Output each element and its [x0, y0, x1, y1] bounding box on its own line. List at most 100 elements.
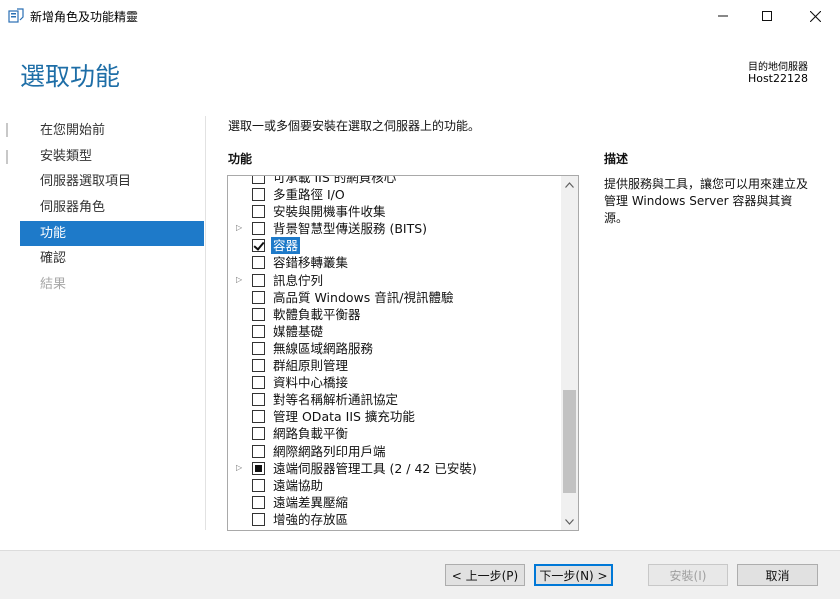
feature-list-item[interactable]: 遠端差異壓縮: [228, 494, 560, 511]
feature-label: 網際網路列印用戶端: [273, 443, 386, 459]
feature-checkbox[interactable]: [252, 324, 265, 338]
feature-checkbox[interactable]: [252, 239, 265, 253]
feature-checkbox[interactable]: [252, 376, 265, 390]
cancel-button[interactable]: 取消: [737, 564, 818, 586]
feature-list-item[interactable]: 資料中心橋接: [228, 374, 560, 391]
install-button[interactable]: 安裝(I): [648, 564, 728, 586]
feature-list-item[interactable]: 對等名稱解析通訊協定: [228, 391, 560, 408]
feature-label: 安裝與開機事件收集: [273, 204, 386, 220]
feature-label: 群組原則管理: [273, 358, 349, 374]
feature-label: 遠端伺服器管理工具 (2 / 42 已安裝): [273, 460, 477, 476]
feature-list-item[interactable]: 遠端協助: [228, 477, 560, 494]
feature-label: 網路負載平衡: [273, 426, 349, 442]
feature-label: 背景智慧型傳送服務 (BITS): [273, 221, 428, 237]
nav-marker: [6, 150, 8, 164]
wizard-header: 選取功能 目的地伺服器 Host22128: [0, 32, 840, 110]
description-heading: 描述: [604, 152, 629, 166]
feature-checkbox[interactable]: [252, 205, 265, 219]
features-heading: 功能: [228, 152, 253, 166]
wizard-steps-nav: 在您開始前 安裝類型 伺服器選取項目 伺服器角色 功能 確認結果: [20, 118, 204, 298]
feature-label: 可承載 IIS 的網頁核心: [273, 175, 397, 185]
close-icon: [809, 10, 821, 22]
nav-step-item[interactable]: 確認: [20, 246, 204, 272]
page-title: 選取功能: [20, 62, 121, 91]
feature-list-item[interactable]: ▷ 遠端伺服器管理工具 (2 / 42 已安裝): [228, 460, 560, 477]
feature-list-item[interactable]: 媒體基礎: [228, 323, 560, 340]
chevron-up-icon: [565, 181, 574, 188]
feature-checkbox[interactable]: [252, 290, 265, 304]
minimize-button[interactable]: [700, 0, 746, 32]
feature-checkbox[interactable]: [252, 273, 265, 287]
feature-label: 資料中心橋接: [273, 375, 349, 391]
feature-list-item[interactable]: ▷ 背景智慧型傳送服務 (BITS): [228, 220, 560, 237]
expand-arrow-icon[interactable]: ▷: [236, 275, 244, 285]
feature-label: 對等名稱解析通訊協定: [273, 392, 399, 408]
feature-checkbox[interactable]: [252, 478, 265, 492]
nav-divider: [205, 116, 206, 530]
feature-checkbox[interactable]: [252, 341, 265, 355]
feature-checkbox[interactable]: [252, 495, 265, 509]
maximize-icon: [762, 11, 772, 21]
feature-checkbox[interactable]: [252, 393, 265, 407]
feature-checkbox[interactable]: [252, 222, 265, 236]
feature-label: 多重路徑 I/O: [273, 187, 345, 203]
feature-list-item[interactable]: 群組原則管理: [228, 357, 560, 374]
description-text: 提供服務與工具，讓您可以用來建立及管理 Windows Server 容器與其資…: [604, 177, 809, 225]
feature-checkbox[interactable]: [252, 256, 265, 270]
chevron-down-icon: [565, 518, 574, 525]
feature-list-item[interactable]: 可承載 IIS 的網頁核心: [228, 175, 560, 186]
feature-checkbox[interactable]: [252, 188, 265, 202]
server-manager-icon: [8, 8, 24, 24]
feature-list-item[interactable]: 高品質 Windows 音訊/視訊體驗: [228, 289, 560, 306]
next-button[interactable]: 下一步(N) >: [534, 564, 613, 586]
feature-checkbox[interactable]: [252, 461, 265, 475]
feature-label: 增強的存放區: [273, 511, 349, 527]
wizard-footer: < 上一步(P) 下一步(N) > 安裝(I) 取消: [0, 551, 840, 599]
previous-button[interactable]: < 上一步(P): [445, 564, 525, 586]
nav-step-item[interactable]: 功能: [20, 220, 204, 247]
features-scrollbar[interactable]: [561, 176, 578, 530]
title-bar: 新增角色及功能精靈: [0, 0, 840, 32]
nav-step-item: 結果: [40, 277, 67, 293]
feature-checkbox[interactable]: [252, 307, 265, 321]
scroll-down-button[interactable]: [561, 513, 578, 530]
feature-checkbox[interactable]: [252, 427, 265, 441]
feature-list-item[interactable]: 容器: [228, 237, 560, 255]
nav-step-item[interactable]: 伺服器選取項目: [20, 169, 204, 195]
feature-label: 高品質 Windows 音訊/視訊體驗: [273, 289, 454, 305]
feature-checkbox[interactable]: [252, 410, 265, 424]
feature-label: 遠端差異壓縮: [273, 494, 349, 510]
feature-list-item[interactable]: ▷ 訊息佇列: [228, 272, 560, 289]
nav-step-item[interactable]: 在您開始前: [20, 118, 204, 144]
feature-list-item[interactable]: 無線區域網路服務: [228, 340, 560, 357]
scroll-up-button[interactable]: [561, 176, 578, 193]
feature-list-item[interactable]: 安裝與開機事件收集: [228, 203, 560, 220]
feature-list-item[interactable]: 容錯移轉叢集: [228, 254, 560, 271]
features-list-items: 可承載 IIS 的網頁核心多重路徑 I/O 安裝與開機事件收集 ▷ 背景智慧型傳送服務…: [228, 175, 560, 528]
feature-list-item[interactable]: 網際網路列印用戶端: [228, 443, 560, 460]
expand-arrow-icon[interactable]: ▷: [236, 223, 244, 233]
feature-checkbox[interactable]: [252, 359, 265, 373]
minimize-icon: [718, 15, 728, 17]
expand-arrow-icon[interactable]: ▷: [236, 463, 244, 473]
maximize-button[interactable]: [744, 0, 790, 32]
feature-label: 無線區域網路服務: [273, 340, 374, 356]
feature-label: 遠端協助: [273, 477, 324, 493]
nav-step-item[interactable]: 伺服器角色: [20, 195, 204, 221]
feature-checkbox[interactable]: [252, 512, 265, 526]
feature-list-item[interactable]: 多重路徑 I/O: [228, 186, 560, 203]
feature-list-item[interactable]: 管理 OData IIS 擴充功能: [228, 408, 560, 425]
feature-list-item[interactable]: 網路負載平衡: [228, 425, 560, 442]
close-button[interactable]: [792, 0, 838, 32]
scrollbar-thumb[interactable]: [563, 390, 576, 493]
feature-label: 管理 OData IIS 擴充功能: [273, 409, 415, 425]
feature-label: 容錯移轉叢集: [273, 255, 349, 271]
destination-server-label: 目的地伺服器: [748, 62, 808, 73]
feature-checkbox[interactable]: [252, 444, 265, 458]
feature-label: 訊息佇列: [273, 272, 324, 288]
nav-step-item[interactable]: 安裝類型: [20, 144, 204, 170]
feature-checkbox[interactable]: [252, 176, 265, 184]
features-list[interactable]: 可承載 IIS 的網頁核心多重路徑 I/O 安裝與開機事件收集 ▷ 背景智慧型傳送服務…: [227, 175, 579, 531]
feature-list-item[interactable]: 軟體負載平衡器: [228, 306, 560, 323]
feature-list-item[interactable]: 增強的存放區: [228, 511, 560, 528]
